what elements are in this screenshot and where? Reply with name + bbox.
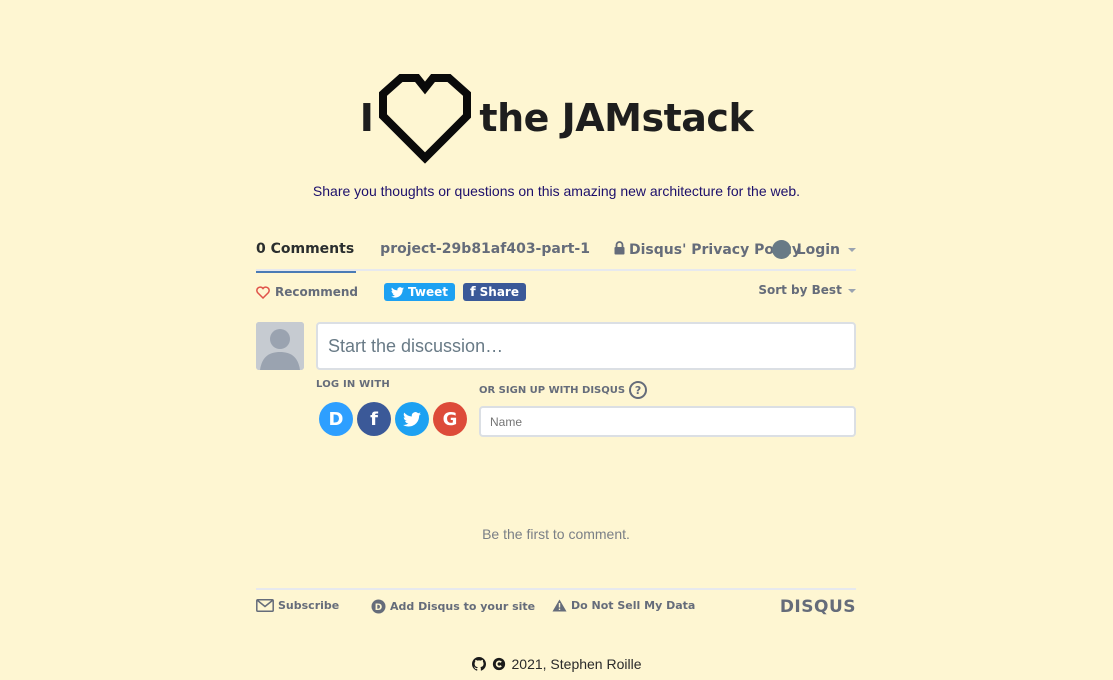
login-menu[interactable]: Login xyxy=(771,240,856,259)
facebook-login-button[interactable]: f xyxy=(357,402,391,436)
recommend-button[interactable]: Recommend xyxy=(256,285,358,299)
default-user-icon xyxy=(256,322,304,370)
disqus-login-button[interactable]: D xyxy=(319,402,353,436)
comment-textbox[interactable]: Start the discussion… xyxy=(316,322,856,370)
tagline: Share you thoughts or questions on this … xyxy=(312,183,801,199)
disqus-nav: 0 Comments project-29b81af403-part-1 Dis… xyxy=(256,232,856,273)
speech-bubble-icon xyxy=(771,240,791,259)
tweet-button[interactable]: Tweet xyxy=(384,283,455,301)
help-icon[interactable]: ? xyxy=(629,381,648,399)
share-label: Share xyxy=(479,285,519,299)
heart-outline-icon xyxy=(379,74,472,164)
disqus-thread: 0 Comments project-29b81af403-part-1 Dis… xyxy=(256,232,856,622)
facebook-icon: f xyxy=(469,284,476,300)
subscribe-label: Subscribe xyxy=(278,599,340,612)
twitter-icon xyxy=(403,411,421,427)
disqus-logo[interactable]: DISQUS xyxy=(780,597,856,617)
copyright-icon xyxy=(492,657,505,671)
hero-heading: I the JAMstack xyxy=(0,72,1113,164)
disqus-footer: Subscribe D Add Disqus to your site Do N… xyxy=(256,588,856,622)
do-not-sell-label: Do Not Sell My Data xyxy=(571,599,696,612)
tab-comments[interactable]: 0 Comments xyxy=(256,232,357,273)
empty-thread-message: Be the first to comment. xyxy=(482,526,630,542)
chevron-down-icon xyxy=(848,247,856,252)
disqus-icon: D xyxy=(328,408,344,430)
signup-label: OR SIGN UP WITH DISQUS xyxy=(479,384,626,396)
name-field[interactable] xyxy=(479,406,856,437)
twitter-icon xyxy=(391,286,405,298)
twitter-login-button[interactable] xyxy=(395,402,429,436)
add-disqus-label: Add Disqus to your site xyxy=(390,600,536,613)
add-disqus-link[interactable]: D Add Disqus to your site xyxy=(371,599,535,614)
subscribe-link[interactable]: Subscribe xyxy=(256,599,339,612)
comment-composer: Start the discussion… LOG IN WITH D f G … xyxy=(256,322,856,452)
warning-icon xyxy=(552,599,567,612)
login-with-label: LOG IN WITH xyxy=(316,379,390,390)
tab-project[interactable]: project-29b81af403-part-1 xyxy=(380,232,590,271)
facebook-share-button[interactable]: f Share xyxy=(462,283,526,301)
recommend-label: Recommend xyxy=(275,285,359,299)
hero-left-text: I xyxy=(359,96,374,140)
copyright-text: 2021, Stephen Roille xyxy=(511,656,642,672)
tweet-label: Tweet xyxy=(408,285,448,299)
google-login-button[interactable]: G xyxy=(433,402,467,436)
sort-label: Sort by Best xyxy=(758,283,842,297)
sort-dropdown[interactable]: Sort by Best xyxy=(758,283,856,297)
do-not-sell-link[interactable]: Do Not Sell My Data xyxy=(552,599,695,612)
signup-section: OR SIGN UP WITH DISQUS ? xyxy=(479,381,648,399)
heart-icon xyxy=(256,285,270,299)
login-label: Login xyxy=(796,241,840,258)
github-icon[interactable] xyxy=(471,657,486,671)
svg-text:D: D xyxy=(375,603,382,613)
chevron-down-icon xyxy=(848,288,856,293)
facebook-icon: f xyxy=(370,408,378,430)
google-icon: G xyxy=(442,408,458,430)
hero-right-text: the JAMstack xyxy=(479,96,754,140)
envelope-icon xyxy=(256,599,274,612)
site-footer: 2021, Stephen Roille xyxy=(0,656,1113,672)
disqus-icon: D xyxy=(371,599,386,614)
lock-icon xyxy=(614,241,625,255)
social-login-buttons: D f G xyxy=(319,402,467,436)
avatar xyxy=(256,322,304,370)
thread-actions: Recommend Tweet f Share Sort by Best xyxy=(256,271,856,313)
